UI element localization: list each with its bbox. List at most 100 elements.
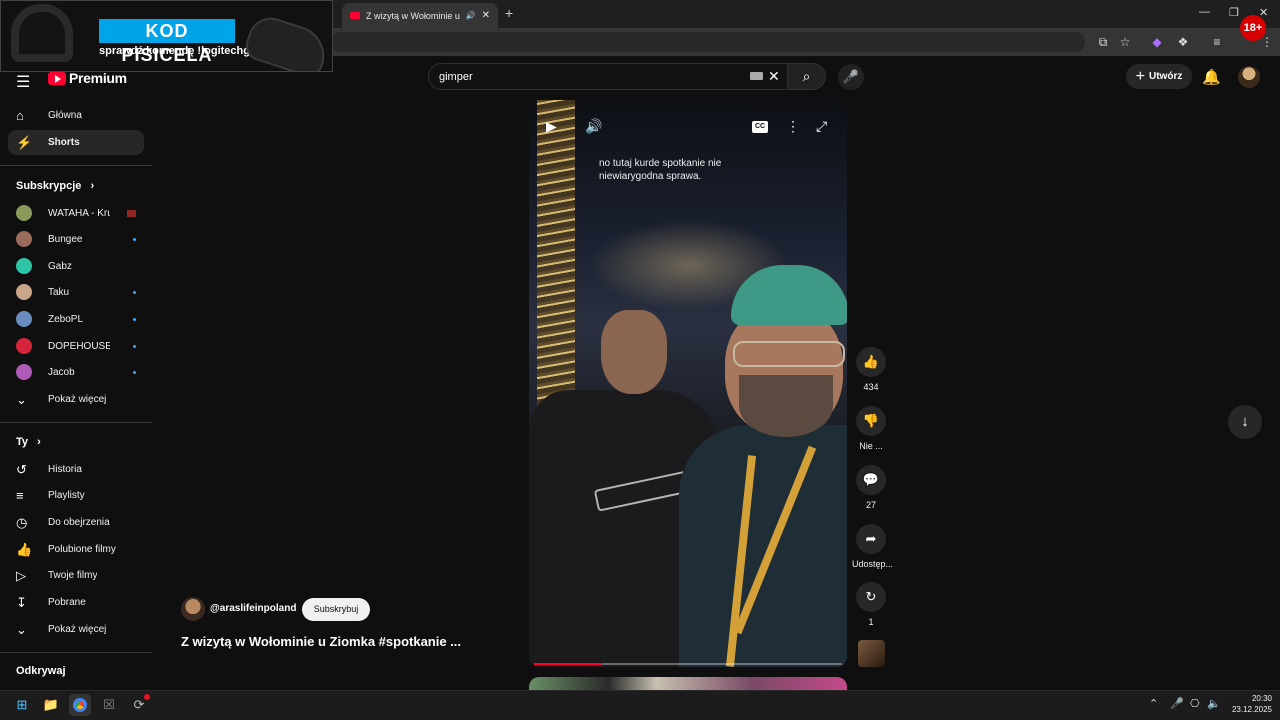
share-label: Udostęp... xyxy=(852,559,894,569)
new-tab-button[interactable]: + xyxy=(505,5,513,21)
channel-handle[interactable]: @araslifeinpoland xyxy=(210,603,296,614)
ad-code-badge: KOD PISICELA xyxy=(99,19,235,65)
volume-icon[interactable]: 🔊 xyxy=(585,118,602,135)
sidebar-item-watch-later[interactable]: ◷ Do obejrzenia xyxy=(8,510,144,535)
sidebar-item-downloads[interactable]: ↧ Pobrane xyxy=(8,590,144,615)
channel-avatar xyxy=(16,364,32,380)
clear-search-icon[interactable]: ✕ xyxy=(768,68,780,85)
comments-action[interactable]: 💬 27 xyxy=(852,465,890,510)
sidebar-item-your-videos[interactable]: ▷ Twoje filmy xyxy=(8,563,144,588)
sound-thumbnail[interactable] xyxy=(858,640,885,667)
playlist-icon: ≡ xyxy=(16,488,24,503)
sidebar-item-subscription[interactable]: Bungee xyxy=(16,229,136,249)
sidebar-item-liked-videos[interactable]: 👍 Polubione filmy xyxy=(8,537,144,562)
subscriptions-heading[interactable]: Subskrypcje › xyxy=(16,180,94,192)
extensions-icon[interactable]: ❖ xyxy=(1176,35,1190,49)
account-avatar[interactable] xyxy=(1238,66,1260,88)
search-button[interactable]: ⌕ xyxy=(788,63,826,90)
subscribe-button[interactable]: Subskrybuj xyxy=(302,598,370,621)
live-indicator xyxy=(127,209,136,217)
install-icon[interactable]: ⧉ xyxy=(1096,35,1110,49)
short-title[interactable]: Z wizytą w Wołominie u Ziomka #spotkanie… xyxy=(181,634,461,649)
subscriptions-title: Subskrypcje xyxy=(16,180,82,192)
browser-tab[interactable]: Z wizytą w Wołominie u Zio 🔊 ✕ xyxy=(342,3,498,28)
next-short-preview[interactable] xyxy=(529,677,847,691)
remix-action[interactable]: ↻ 1 xyxy=(852,582,890,627)
play-icon[interactable]: ▶ xyxy=(546,118,557,135)
notifications-bell-icon[interactable]: 🔔 xyxy=(1202,68,1221,86)
minimize-icon[interactable]: — xyxy=(1199,6,1210,18)
sidebar-item-subscription[interactable]: Gabz xyxy=(16,256,136,276)
speaker-icon[interactable]: 🔈 xyxy=(1207,697,1221,710)
tray-microphone-icon[interactable]: 🎤 xyxy=(1170,697,1184,710)
twitch-extension-icon[interactable]: ◆ xyxy=(1150,35,1164,49)
search-box[interactable] xyxy=(428,63,788,90)
address-bar[interactable] xyxy=(330,32,1085,52)
video-caption: no tutaj kurde spotkanie nie niewiarygod… xyxy=(599,158,722,182)
youtube-favicon-icon xyxy=(350,12,360,19)
downloader-app-icon[interactable]: ⟳ xyxy=(128,694,150,716)
more-options-icon[interactable]: ⋮ xyxy=(786,118,800,135)
like-action[interactable]: 👍 434 xyxy=(852,347,890,392)
keyboard-icon[interactable] xyxy=(750,72,763,80)
stream-ad-overlay: KOD PISICELA sprawdź komendę !logitechg xyxy=(0,0,333,72)
tab-close-icon[interactable]: ✕ xyxy=(482,10,490,21)
sidebar-item-home[interactable]: ⌂ Główna xyxy=(8,103,144,128)
windows-start-icon[interactable]: ⊞ xyxy=(11,694,33,716)
restore-icon[interactable]: ❐ xyxy=(1229,6,1239,19)
share-icon[interactable]: ➦ xyxy=(856,524,886,554)
sidebar-item-label: Pokaż więcej xyxy=(48,394,107,405)
remix-icon[interactable]: ↻ xyxy=(856,582,886,612)
new-content-dot xyxy=(133,370,136,374)
sidebar-item-shorts[interactable]: ⚡ Shorts xyxy=(8,130,144,155)
sidebar-item-label: Polubione filmy xyxy=(48,544,116,555)
you-heading[interactable]: Ty › xyxy=(16,436,41,448)
thumbs-up-icon[interactable]: 👍 xyxy=(856,347,886,377)
network-icon[interactable]: ⎔ xyxy=(1190,697,1200,710)
channel-avatar[interactable] xyxy=(181,597,205,621)
sidebar-item-subscription[interactable]: WATAHA - Krule... xyxy=(16,203,136,223)
person-right xyxy=(679,265,847,667)
download-icon: ↧ xyxy=(16,594,27,610)
dislike-label: Nie ... xyxy=(859,441,883,451)
share-action[interactable]: ➦ Udostęp... xyxy=(852,524,894,569)
sidebar-show-more-subscriptions[interactable]: ⌄ Pokaż więcej xyxy=(8,387,144,412)
home-icon: ⌂ xyxy=(16,108,24,123)
voice-search-button[interactable]: 🎤 xyxy=(838,64,864,90)
fullscreen-icon[interactable]: ⤢ xyxy=(816,118,827,135)
sidebar-item-subscription[interactable]: Jacob xyxy=(16,362,136,382)
short-video-player[interactable] xyxy=(529,100,847,667)
app-icon[interactable]: ☒ xyxy=(98,694,120,716)
create-button[interactable]: + Utwórz xyxy=(1126,64,1192,89)
create-label: Utwórz xyxy=(1149,71,1183,82)
comment-icon[interactable]: 💬 xyxy=(856,465,886,495)
bookmark-star-icon[interactable]: ☆ xyxy=(1118,35,1132,49)
sidebar-item-subscription[interactable]: DOPEHOUSE RE... xyxy=(16,336,136,356)
youtube-premium-logo[interactable]: Premium xyxy=(48,70,127,86)
tray-chevron-up-icon[interactable]: ⌃ xyxy=(1149,697,1158,710)
clock-date: 23.12.2025 xyxy=(1231,705,1272,714)
next-short-arrow-icon[interactable]: ↓ xyxy=(1228,405,1262,439)
sidebar-item-subscription[interactable]: Taku xyxy=(16,282,136,302)
thumbs-down-icon[interactable]: 👎 xyxy=(856,406,886,436)
ad-subtitle: sprawdź komendę !logitechg xyxy=(99,45,250,57)
search-input[interactable] xyxy=(439,68,739,86)
chrome-icon[interactable] xyxy=(69,694,91,716)
taskbar-clock[interactable]: 20:30 23.12.2025 xyxy=(1226,693,1272,715)
sidebar-show-more-you[interactable]: ⌄ Pokaż więcej xyxy=(8,617,144,642)
dislike-action[interactable]: 👎 Nie ... xyxy=(852,406,890,451)
sidebar-item-label: Pobrane xyxy=(48,597,86,608)
file-explorer-icon[interactable]: 📁 xyxy=(40,694,62,716)
video-progress-bar[interactable] xyxy=(534,663,842,665)
new-content-dot xyxy=(133,290,136,294)
clock-time: 20:30 xyxy=(1251,694,1272,703)
sidebar-item-playlists[interactable]: ≡ Playlisty xyxy=(8,483,144,508)
sidebar-item-history[interactable]: ↺ Historia xyxy=(8,457,144,482)
menu-icon[interactable]: ☰ xyxy=(16,72,30,92)
media-queue-icon[interactable]: ≡ xyxy=(1210,35,1224,49)
sidebar-item-subscription[interactable]: ZeboPL xyxy=(16,309,136,329)
captions-button[interactable]: CC xyxy=(752,121,768,133)
sidebar-divider xyxy=(0,165,152,166)
history-icon: ↺ xyxy=(16,461,27,477)
sidebar-divider xyxy=(0,422,152,423)
